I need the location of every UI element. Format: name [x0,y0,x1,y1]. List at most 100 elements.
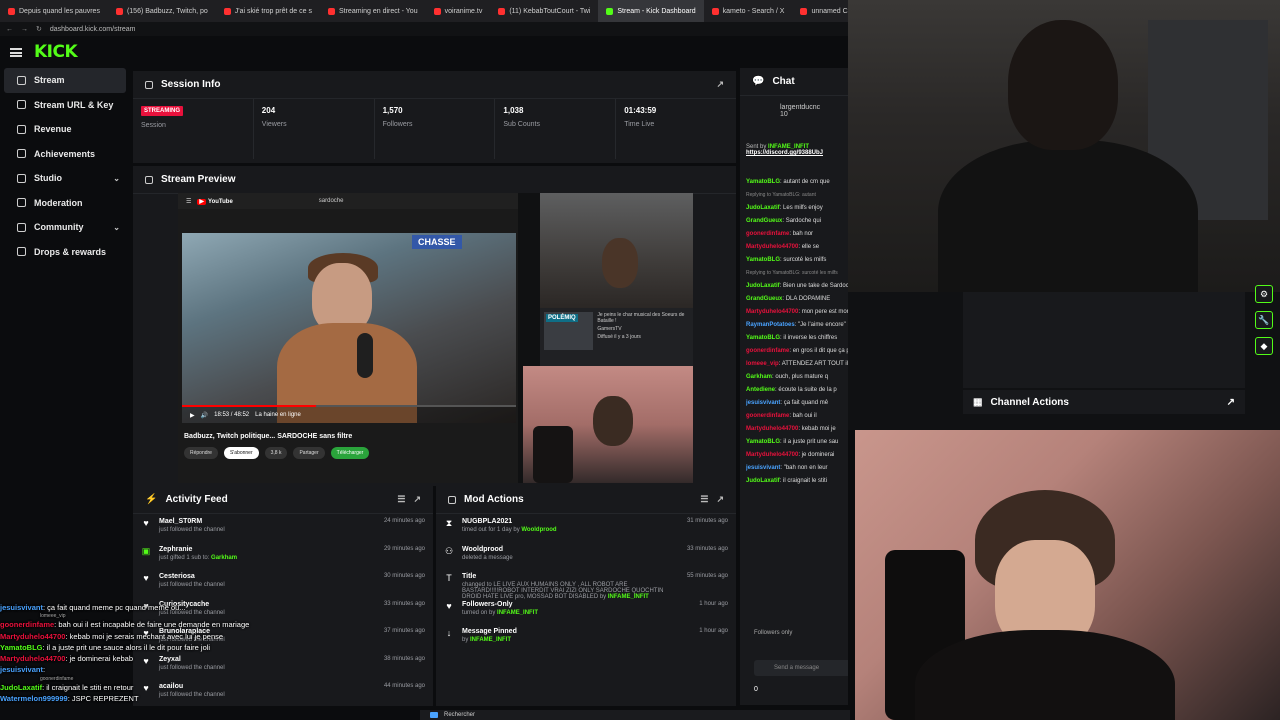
chat-username[interactable]: GrandGueux [746,218,782,224]
browser-tab[interactable]: kameto - Search / X [704,0,793,22]
overlay-text: je dominerai kebab [69,654,133,664]
chat-username[interactable]: goonerdinfame [746,231,789,237]
browser-tab[interactable]: unnamed C [792,0,848,22]
wrench-icon[interactable]: 🔧 [1255,311,1273,329]
browser-tab[interactable]: (156) Badbuzz, Twitch, po [108,0,216,22]
pinned-message[interactable]: Sent by INFAME_INFIT https://discord.gg/… [746,144,848,156]
browser-tab[interactable]: Depuis quand les pauvres [0,0,108,22]
sidebar-item-studio[interactable]: Studio ⌄ [4,166,126,191]
settings-icon[interactable]: ⚙ [1255,285,1273,303]
popout-icon[interactable]: ↗ [413,494,421,505]
chat-username[interactable]: goonerdinfame [746,413,789,419]
chevron-down-icon[interactable]: ⌄ [113,223,120,232]
viewers-label: Viewers [261,121,287,128]
chat-username[interactable]: Martyduhelo44700 [746,426,798,432]
sidebar-item-label: Studio [34,173,62,184]
chat-username[interactable]: YamatoBLG [746,335,780,341]
chat-message: YamatoBLG: il inverse les chiffres [746,335,838,341]
chat-username[interactable]: Martyduhelo44700 [746,244,798,250]
sidebar-item-achievements[interactable]: Achievements [4,142,126,167]
chat-message: RaymanPotatoes: "Je l'aime encore" LIE [746,321,848,329]
play-icon[interactable]: ▶ [190,412,195,419]
volume-icon[interactable]: 🔊 [201,412,208,419]
chat-username[interactable]: JudoLaxatif [746,283,780,289]
item-detail-user[interactable]: Wooldprood [521,527,556,533]
item-detail-user[interactable]: INFAME_INFIT [497,610,538,616]
recommended-video[interactable]: POLÉMIQ Je peins le char musical des Soe… [540,308,693,366]
chat-username[interactable]: Martyduhelo44700 [746,452,798,458]
chevron-down-icon[interactable]: ⌄ [113,174,120,183]
chat-message: Martyduhelo44700: je dominerai [746,452,835,458]
sidebar-item-stream-url-key[interactable]: Stream URL & Key [4,93,126,118]
activity-feed-title: Activity Feed [165,494,228,505]
item-detail-user[interactable]: INFAME_INFIT [470,637,511,643]
overlay-text: ça fait quand meme pc quand meme ou... [47,603,186,612]
chat-username[interactable]: JudoLaxatif [746,205,780,211]
chat-username[interactable]: goonerdinfame [746,348,789,354]
chat-username[interactable]: jesuisvivant [746,400,780,406]
overlay-username: jesuisvivant [0,603,43,612]
item-detail-user[interactable]: Garkham [211,555,237,561]
like-button[interactable]: 3,8 k [264,447,288,459]
sidebar-item-revenue[interactable]: Revenue [4,117,126,142]
shield-tool-icon[interactable]: ◆ [1255,337,1273,355]
overlay-message: YamatoBLG: il a juste prit une sauce alo… [0,642,211,652]
chat-username[interactable]: YamatoBLG [746,257,780,263]
stream-preview-video[interactable]: ☰ ▶ YouTube sardoche CHASSE ▶ 🔊 18:53 / 4… [178,193,693,483]
chat-message: jesuisvivant: ça fait quand mê [746,400,829,406]
browser-tab[interactable]: J'ai skié trop prêt de ce s [216,0,320,22]
chat-text: "bah non en leur [783,465,828,471]
download-button[interactable]: Télécharger [330,447,370,459]
tab-favicon-icon [800,7,808,15]
chat-input[interactable]: Send a message [754,660,848,676]
chat-username[interactable]: Martyduhelo44700 [746,309,798,315]
list-item: ♥ Mael_ST0RM just followed the channel 24 m… [133,514,433,542]
url-text[interactable]: dashboard.kick.com/stream [50,26,136,33]
video-actions: Répondre S'abonner 3,8 k Partager Téléch… [184,447,370,459]
item-name: Message Pinned [462,628,517,635]
chat-username[interactable]: RaymanPotatoes [746,322,795,328]
browser-tab[interactable]: (11) KebabToutCourt - Twi [490,0,598,22]
chat-username[interactable]: lomeee_vip [746,361,779,367]
back-icon[interactable]: ← [6,26,13,33]
address-bar[interactable]: ← → ↻ dashboard.kick.com/stream [0,22,848,36]
popout-icon[interactable]: ↗ [716,494,724,505]
chat-username[interactable]: Antediene [746,387,775,393]
chat-username[interactable]: jesuisvivant [746,465,780,471]
windows-icon[interactable] [430,712,438,718]
sidebar-item-moderation[interactable]: Moderation [4,191,126,216]
menu-icon[interactable]: ☰ [186,198,191,205]
sidebar-item-label: Stream [34,75,65,86]
sidebar-item-drops-rewards[interactable]: Drops & rewards [4,240,126,265]
chat-username[interactable]: YamatoBLG [746,439,780,445]
youtube-logo[interactable]: ▶ YouTube [197,198,233,205]
reload-icon[interactable]: ↻ [36,25,42,33]
forward-icon[interactable]: → [21,26,28,33]
youtube-video-frame[interactable]: CHASSE [182,233,516,423]
reply-button[interactable]: Répondre [184,447,218,459]
popout-icon[interactable]: ↗ [716,79,724,90]
subscribe-button[interactable]: S'abonner [223,447,259,459]
browser-tab[interactable]: voiranime.tv [426,0,491,22]
popout-icon[interactable]: ↗ [1227,397,1235,408]
chat-username[interactable]: Garkham [746,374,772,380]
browser-tab[interactable]: Streaming en direct - You [320,0,426,22]
tab-label: Streaming en direct - You [338,7,418,15]
sidebar-item-stream[interactable]: Stream [4,68,126,93]
filter-icon[interactable]: ☰ [700,494,708,505]
menu-icon[interactable] [10,47,22,57]
chat-username[interactable]: YamatoBLG [746,179,780,185]
filter-icon[interactable]: ☰ [397,494,405,505]
chat-username[interactable]: GrandGueux [746,296,782,302]
youtube-search[interactable]: sardoche [319,198,344,204]
taskbar-search[interactable]: Rechercher [444,712,475,718]
kick-logo[interactable]: KICK [34,42,78,62]
chat-username[interactable]: JudoLaxatif [746,478,780,484]
session-label: Session [141,122,166,129]
item-detail-user[interactable]: INFAME_INFIT [608,594,649,600]
chat-text: surcoté les milfs [783,257,827,263]
share-button[interactable]: Partager [293,447,325,459]
browser-tab[interactable]: Stream - Kick Dashboard [598,0,704,22]
pinned-link[interactable]: https://discord.gg/9388UbJ [746,150,823,156]
sidebar-item-community[interactable]: Community ⌄ [4,215,126,240]
